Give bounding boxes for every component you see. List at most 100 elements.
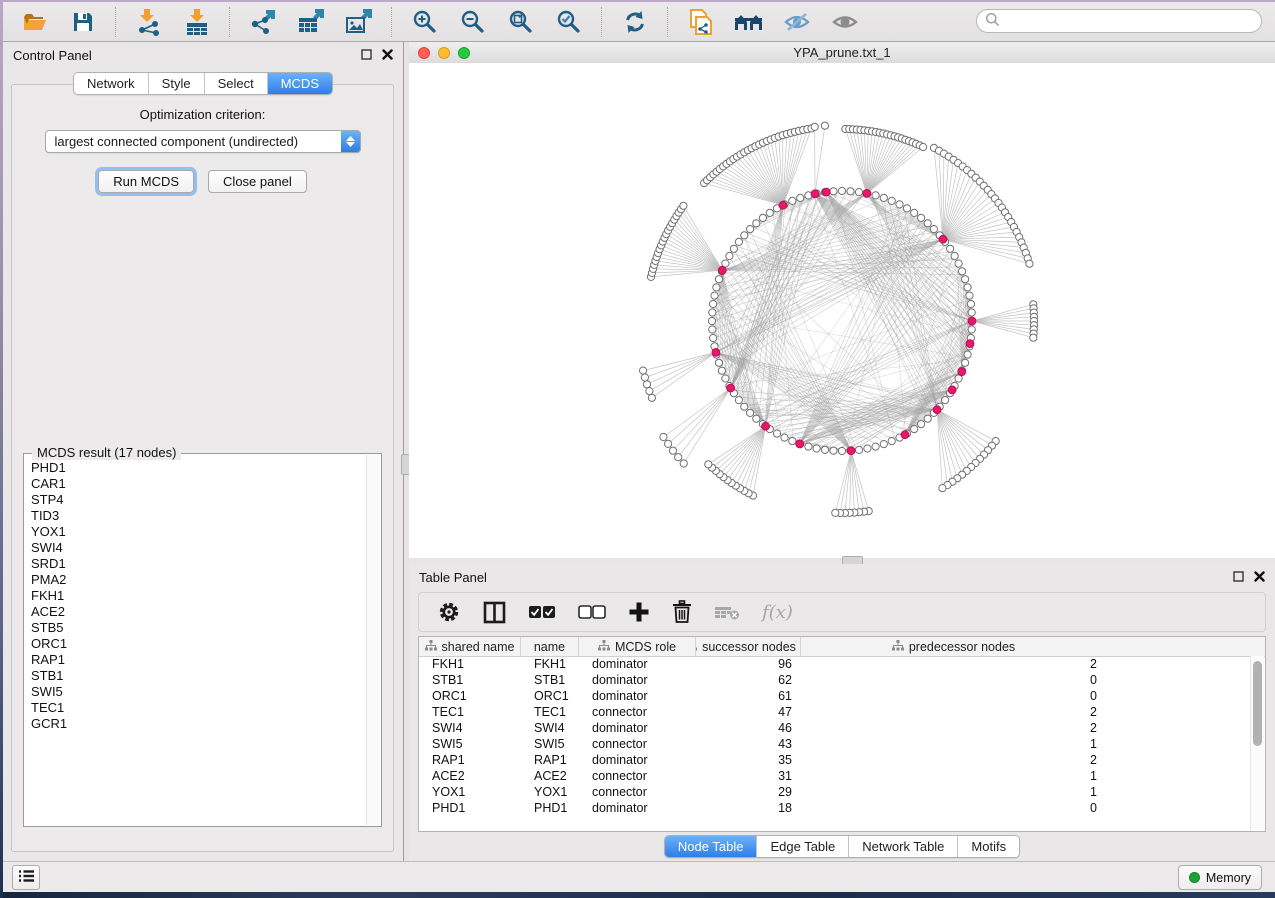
ring-node[interactable] — [747, 409, 754, 416]
mcds-node[interactable] — [901, 431, 909, 439]
ring-node[interactable] — [773, 430, 780, 437]
mcds-result-item[interactable]: TEC1 — [31, 700, 367, 716]
network-graph[interactable] — [409, 63, 1275, 558]
table-row[interactable]: SWI5SWI5connector431 — [419, 736, 1251, 752]
ring-node[interactable] — [797, 194, 804, 201]
leaf-node[interactable] — [939, 485, 946, 492]
table-row[interactable]: TEC1TEC1connector472 — [419, 704, 1251, 720]
ring-node[interactable] — [710, 300, 717, 307]
leaf-node[interactable] — [680, 460, 687, 467]
mcds-result-item[interactable]: STB5 — [31, 620, 367, 636]
mcds-node[interactable] — [933, 406, 941, 414]
column-header-successor-nodes[interactable]: successor nodes — [696, 637, 801, 656]
ring-node[interactable] — [942, 397, 949, 404]
leaf-node[interactable] — [643, 381, 650, 388]
close-panel-button[interactable]: Close panel — [208, 170, 307, 193]
mcds-node[interactable] — [811, 190, 819, 198]
mcds-node[interactable] — [966, 340, 974, 348]
mcds-result-item[interactable]: ORC1 — [31, 636, 367, 652]
ring-node[interactable] — [947, 245, 954, 252]
mcds-result-item[interactable]: STB1 — [31, 668, 367, 684]
save-session-button[interactable] — [66, 7, 100, 37]
float-panel-icon[interactable] — [361, 48, 372, 63]
ring-node[interactable] — [747, 226, 754, 233]
tab-network[interactable]: Network — [74, 73, 149, 94]
mcds-node[interactable] — [796, 440, 804, 448]
table-row[interactable]: SWI4SWI4dominator462 — [419, 720, 1251, 736]
ring-node[interactable] — [753, 415, 760, 422]
ring-node[interactable] — [711, 292, 718, 299]
leaf-node[interactable] — [669, 447, 676, 454]
ring-node[interactable] — [710, 334, 717, 341]
mcds-result-item[interactable]: RAP1 — [31, 652, 367, 668]
ring-node[interactable] — [880, 441, 887, 448]
ring-node[interactable] — [966, 292, 973, 299]
zoom-fit-button[interactable] — [504, 7, 538, 37]
leaf-node[interactable] — [1030, 334, 1037, 341]
ring-node[interactable] — [888, 438, 895, 445]
ring-node[interactable] — [838, 447, 845, 454]
ring-node[interactable] — [709, 309, 716, 316]
ring-node[interactable] — [964, 351, 971, 358]
mcds-node[interactable] — [822, 188, 830, 196]
mcds-node[interactable] — [847, 447, 855, 455]
mcds-result-item[interactable]: TID3 — [31, 508, 367, 524]
table-row[interactable]: PHD1PHD1dominator180 — [419, 800, 1251, 816]
ring-node[interactable] — [911, 426, 918, 433]
table-row[interactable]: ACE2ACE2connector311 — [419, 768, 1251, 784]
table-row[interactable]: FKH1FKH1dominator962 — [419, 656, 1251, 672]
ring-node[interactable] — [718, 367, 725, 374]
leaf-node[interactable] — [705, 461, 712, 468]
leaf-node[interactable] — [648, 394, 655, 401]
mcds-node[interactable] — [727, 384, 735, 392]
tab-style[interactable]: Style — [149, 73, 205, 94]
leaf-node[interactable] — [920, 143, 927, 150]
columns-button[interactable] — [483, 598, 506, 626]
ring-node[interactable] — [789, 438, 796, 445]
column-header-shared-name[interactable]: shared name — [419, 637, 521, 656]
mcds-node[interactable] — [968, 317, 976, 325]
zoom-in-button[interactable] — [408, 7, 442, 37]
network-canvas[interactable] — [409, 63, 1275, 558]
copy-network-button[interactable] — [684, 7, 718, 37]
run-mcds-button[interactable]: Run MCDS — [98, 170, 194, 193]
ring-node[interactable] — [726, 252, 733, 259]
mcds-result-item[interactable]: YOX1 — [31, 524, 367, 540]
ring-node[interactable] — [930, 226, 937, 233]
ring-node[interactable] — [864, 445, 871, 452]
mcds-result-item[interactable]: PHD1 — [31, 460, 367, 476]
ring-node[interactable] — [847, 188, 854, 195]
mcds-result-item[interactable]: ACE2 — [31, 604, 367, 620]
export-image-button[interactable] — [342, 7, 376, 37]
ring-node[interactable] — [741, 232, 748, 239]
ring-node[interactable] — [813, 445, 820, 452]
add-row-button[interactable] — [628, 598, 650, 626]
ring-node[interactable] — [872, 192, 879, 199]
leaf-node[interactable] — [641, 374, 648, 381]
ring-node[interactable] — [735, 397, 742, 404]
table-scrollbar[interactable] — [1250, 656, 1264, 830]
ring-node[interactable] — [789, 197, 796, 204]
ring-node[interactable] — [951, 252, 958, 259]
mcds-node[interactable] — [958, 368, 966, 376]
table-scrollbar-thumb[interactable] — [1253, 661, 1262, 746]
import-network-button[interactable] — [132, 7, 166, 37]
leaf-node[interactable] — [675, 454, 682, 461]
ring-node[interactable] — [830, 447, 837, 454]
show-all-button[interactable] — [828, 7, 862, 37]
leaf-node[interactable] — [832, 509, 839, 516]
table-row[interactable]: YOX1YOX1connector291 — [419, 784, 1251, 800]
hide-selected-button[interactable] — [780, 7, 814, 37]
mcds-result-list[interactable]: PHD1CAR1STP4TID3YOX1SWI4SRD1PMA2FKH1ACE2… — [25, 460, 367, 825]
first-neighbors-button[interactable] — [732, 7, 766, 37]
ring-node[interactable] — [968, 326, 975, 333]
export-network-button[interactable] — [246, 7, 280, 37]
mcds-result-item[interactable]: STP4 — [31, 492, 367, 508]
ring-node[interactable] — [781, 434, 788, 441]
ring-node[interactable] — [924, 220, 931, 227]
leaf-node[interactable] — [665, 440, 672, 447]
tab-mcds[interactable]: MCDS — [268, 73, 332, 94]
leaf-node[interactable] — [660, 433, 667, 440]
float-panel-icon[interactable] — [1233, 570, 1244, 585]
deselect-all-button[interactable] — [578, 598, 606, 626]
